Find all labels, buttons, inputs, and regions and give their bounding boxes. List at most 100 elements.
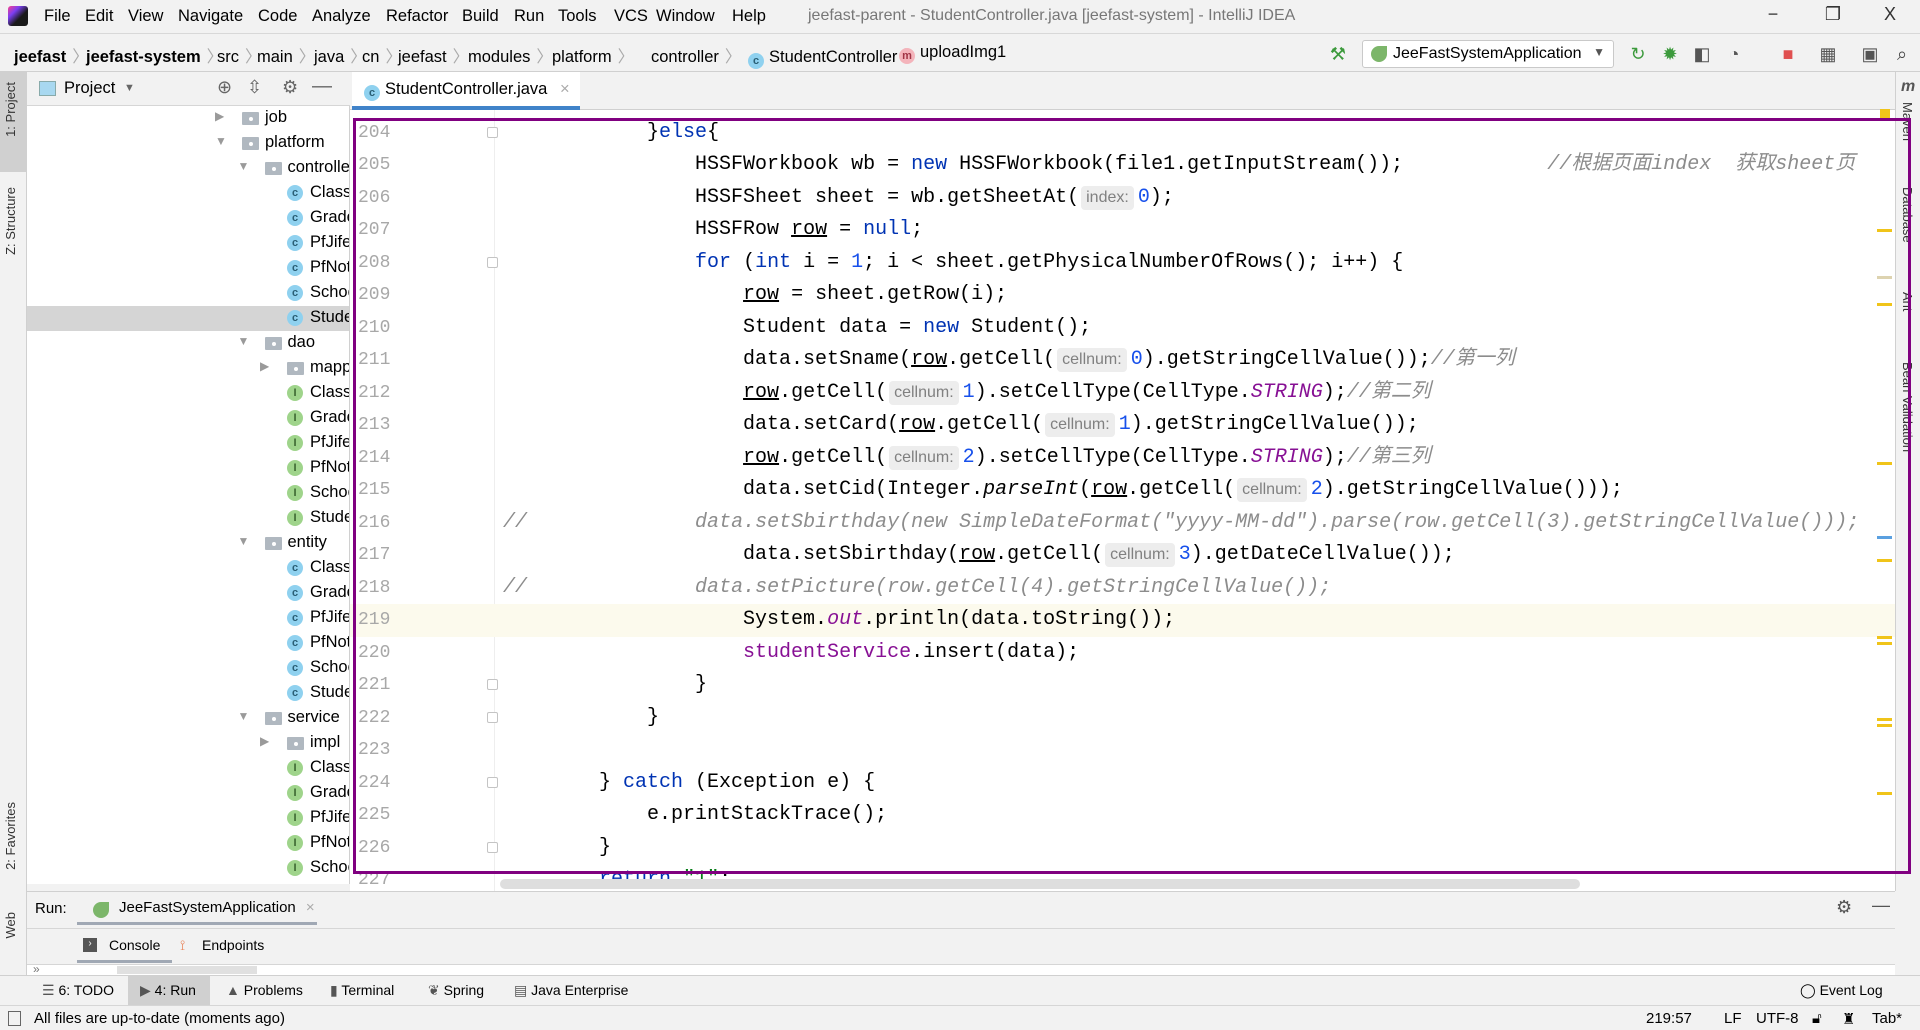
- menu-analyze[interactable]: Analyze: [312, 7, 371, 26]
- tree-item[interactable]: ▼ dao: [27, 331, 349, 356]
- tree-item[interactable]: c School: [27, 281, 349, 306]
- tab-studentcontroller[interactable]: c StudentController.java ×: [352, 72, 580, 110]
- breadcrumb-item[interactable]: platform 〉: [552, 43, 634, 67]
- close-tab-icon[interactable]: ×: [560, 80, 570, 98]
- tree-item[interactable]: I PfJifenS: [27, 806, 349, 831]
- breadcrumb-item[interactable]: java 〉: [314, 43, 367, 67]
- stop-icon[interactable]: ■: [1776, 44, 1800, 65]
- breadcrumb-item[interactable]: jeefast 〉: [14, 43, 89, 67]
- tree-item[interactable]: I GradeS: [27, 781, 349, 806]
- tree-item[interactable]: IStud: [27, 881, 349, 884]
- line-number[interactable]: 227: [358, 864, 390, 891]
- line-number[interactable]: 206: [358, 182, 390, 215]
- tree-item[interactable]: c Studen: [27, 306, 349, 331]
- warning-marker[interactable]: [1877, 718, 1892, 721]
- tree-item[interactable]: I School: [27, 481, 349, 506]
- line-number[interactable]: 224: [358, 767, 390, 800]
- breadcrumb-item[interactable]: jeefast-system 〉: [86, 43, 223, 67]
- warning-marker[interactable]: [1877, 792, 1892, 795]
- tool-window-spring[interactable]: ❦ Spring: [428, 982, 484, 999]
- breadcrumb-item[interactable]: controller 〉: [651, 43, 741, 67]
- coverage-icon[interactable]: ◧: [1690, 44, 1714, 65]
- menu-vcs[interactable]: VCS: [614, 7, 648, 26]
- warning-marker[interactable]: [1877, 303, 1892, 306]
- tool-tab-ant[interactable]: Ant: [1900, 292, 1915, 312]
- gear-icon[interactable]: ⚙: [282, 77, 298, 98]
- event-log-button[interactable]: ◯ Event Log: [1800, 982, 1883, 999]
- tree-item[interactable]: ▼ controller: [27, 156, 350, 181]
- tree-item[interactable]: I Classes: [27, 381, 349, 406]
- endpoints-tab[interactable]: ⟟ Endpoints: [180, 937, 264, 953]
- chevron-down-icon[interactable]: ▼: [238, 709, 250, 723]
- tree-item[interactable]: I PfNotic: [27, 456, 349, 481]
- indent-setting[interactable]: Tab*: [1872, 1010, 1902, 1027]
- restore-button[interactable]: ❐: [1813, 4, 1853, 25]
- tree-item[interactable]: c PfNotic: [27, 631, 349, 656]
- expand-icon[interactable]: »: [33, 962, 40, 976]
- tree-item[interactable]: c School: [27, 656, 349, 681]
- tree-item[interactable]: ▶ impl: [27, 731, 349, 756]
- console-scrollbar[interactable]: [117, 966, 257, 974]
- info-marker[interactable]: [1877, 536, 1892, 539]
- line-number[interactable]: 205: [358, 149, 390, 182]
- line-number[interactable]: 217: [358, 539, 390, 572]
- tool-tab-project[interactable]: 1: Project: [3, 82, 18, 137]
- close-tab-icon[interactable]: ×: [306, 899, 315, 916]
- chevron-down-icon[interactable]: ▼: [215, 134, 227, 148]
- hide-panel-icon[interactable]: —: [312, 75, 332, 98]
- line-number[interactable]: 225: [358, 799, 390, 832]
- line-number[interactable]: 215: [358, 474, 390, 507]
- menu-refactor[interactable]: Refactor: [386, 7, 448, 26]
- tree-item[interactable]: I GradeD: [27, 406, 349, 431]
- tool-tab-web[interactable]: Web: [3, 912, 18, 939]
- tree-item[interactable]: ▼ service: [27, 706, 349, 731]
- minimize-button[interactable]: −: [1753, 4, 1793, 25]
- warning-marker[interactable]: [1877, 642, 1892, 645]
- tree-item[interactable]: I PfJifenI: [27, 431, 349, 456]
- breadcrumb-item[interactable]: cStudentController〉: [748, 43, 920, 69]
- line-number[interactable]: 223: [358, 734, 390, 767]
- code-editor[interactable]: 203 }204 }else{205 HSSFWorkbook wb = new…: [350, 110, 1895, 891]
- caret-position[interactable]: 219:57: [1646, 1010, 1692, 1027]
- line-number[interactable]: 211: [358, 344, 390, 377]
- lock-icon[interactable]: 🔓︎: [1812, 1010, 1822, 1027]
- breadcrumb-item[interactable]: main 〉: [257, 43, 315, 67]
- hide-panel-icon[interactable]: —: [1872, 895, 1890, 916]
- profiler-icon[interactable]: ◔: [1722, 44, 1746, 65]
- chevron-right-icon[interactable]: ▶: [215, 109, 224, 123]
- menu-code[interactable]: Code: [258, 7, 297, 26]
- inspection-status-icon[interactable]: [1880, 109, 1890, 118]
- tool-tab-maven[interactable]: Maven: [1900, 102, 1915, 141]
- close-button[interactable]: X: [1870, 4, 1910, 25]
- project-view-select[interactable]: Project: [64, 79, 115, 98]
- breadcrumb-item[interactable]: m uploadImg1: [899, 43, 1006, 64]
- tree-item[interactable]: c PfNotic: [27, 256, 349, 281]
- warning-marker[interactable]: [1877, 229, 1892, 232]
- run-tab[interactable]: JeeFastSystemApplication ×: [77, 892, 317, 925]
- tree-item[interactable]: I Classes: [27, 756, 349, 781]
- line-number[interactable]: 214: [358, 442, 390, 475]
- project-structure-icon[interactable]: ▦: [1816, 44, 1840, 65]
- console-tab[interactable]: › Console: [77, 933, 172, 963]
- chevron-down-icon[interactable]: ▼: [238, 334, 250, 348]
- tree-item[interactable]: I Studen: [27, 506, 349, 531]
- breadcrumb-item[interactable]: cn 〉: [362, 43, 402, 67]
- tree-item[interactable]: ▶ mappi: [27, 356, 349, 381]
- line-number[interactable]: 219: [358, 604, 390, 637]
- inspector-icon[interactable]: ♜: [1842, 1010, 1855, 1028]
- file-encoding[interactable]: UTF-8: [1756, 1010, 1799, 1027]
- menu-build[interactable]: Build: [462, 7, 499, 26]
- warning-marker[interactable]: [1877, 559, 1892, 562]
- horizontal-scrollbar[interactable]: [500, 879, 1580, 889]
- tree-item[interactable]: ▼ platform: [27, 131, 349, 156]
- menu-run[interactable]: Run: [514, 7, 544, 26]
- menu-help[interactable]: Help: [732, 7, 766, 26]
- line-number[interactable]: 226: [358, 832, 390, 865]
- tree-item[interactable]: c Grade: [27, 581, 349, 606]
- rerun-icon[interactable]: ↻: [1626, 44, 1650, 65]
- menu-navigate[interactable]: Navigate: [178, 7, 243, 26]
- tool-tab-bean-validation[interactable]: Bean Validation: [1900, 362, 1915, 452]
- menu-tools[interactable]: Tools: [558, 7, 597, 26]
- warning-marker[interactable]: [1877, 276, 1892, 279]
- menu-view[interactable]: View: [128, 7, 163, 26]
